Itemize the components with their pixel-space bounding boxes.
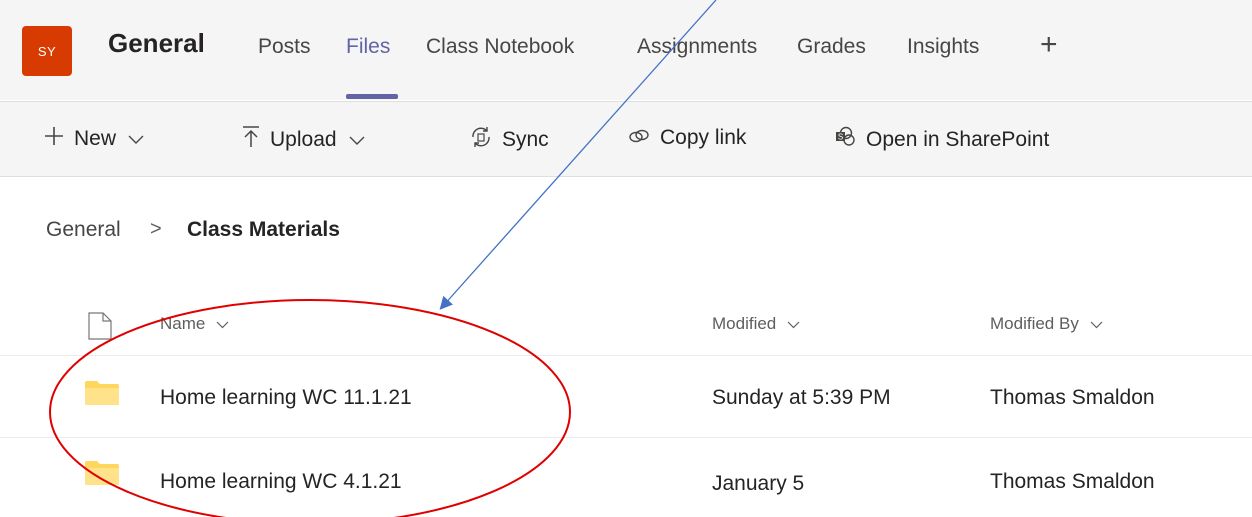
chevron-down-icon bbox=[216, 321, 229, 329]
sync-icon bbox=[470, 126, 492, 154]
tab-insights[interactable]: Insights bbox=[907, 35, 979, 59]
tab-class-notebook[interactable]: Class Notebook bbox=[426, 35, 574, 59]
column-header-modified[interactable]: Modified bbox=[712, 314, 800, 334]
active-tab-indicator bbox=[346, 94, 398, 99]
tab-files[interactable]: Files bbox=[346, 35, 390, 59]
sync-button[interactable]: Sync bbox=[470, 126, 549, 154]
sync-button-label: Sync bbox=[502, 128, 549, 151]
sharepoint-icon: S bbox=[834, 126, 856, 154]
file-name[interactable]: Home learning WC 11.1.21 bbox=[160, 386, 412, 410]
folder-icon bbox=[85, 381, 119, 405]
upload-button[interactable]: Upload bbox=[242, 126, 365, 154]
add-tab-icon[interactable]: + bbox=[1040, 28, 1058, 62]
channel-header: SY General Posts Files Class Notebook As… bbox=[0, 0, 1252, 100]
chevron-down-icon bbox=[1090, 321, 1102, 329]
copy-link-button-label: Copy link bbox=[660, 126, 747, 149]
breadcrumb-separator: > bbox=[150, 218, 162, 240]
open-in-sharepoint-button[interactable]: S Open in SharePoint bbox=[834, 126, 1049, 154]
chevron-down-icon bbox=[128, 127, 144, 151]
file-modified: January 5 bbox=[712, 472, 805, 495]
chevron-down-icon bbox=[349, 128, 365, 152]
svg-text:S: S bbox=[838, 133, 843, 142]
file-type-icon[interactable] bbox=[88, 312, 112, 345]
channel-name: General bbox=[108, 28, 205, 58]
open-in-sharepoint-label: Open in SharePoint bbox=[866, 128, 1050, 151]
divider bbox=[0, 355, 1252, 356]
upload-icon bbox=[242, 126, 260, 154]
column-header-modified-by-label: Modified By bbox=[990, 314, 1079, 333]
plus-icon bbox=[44, 126, 64, 152]
tab-posts[interactable]: Posts bbox=[258, 35, 311, 59]
team-avatar[interactable]: SY bbox=[22, 26, 72, 76]
upload-button-label: Upload bbox=[270, 128, 337, 151]
tab-grades[interactable]: Grades bbox=[797, 35, 866, 59]
file-name[interactable]: Home learning WC 4.1.21 bbox=[160, 470, 402, 494]
file-modified: Sunday at 5:39 PM bbox=[712, 386, 891, 409]
divider bbox=[0, 437, 1252, 438]
link-icon bbox=[628, 126, 650, 150]
files-toolbar: New Upload Sync Copy link S Open in Shar… bbox=[0, 101, 1252, 177]
copy-link-button[interactable]: Copy link bbox=[628, 126, 746, 150]
folder-icon bbox=[85, 461, 119, 485]
column-header-modified-by[interactable]: Modified By bbox=[990, 314, 1103, 334]
file-modified-by: Thomas Smaldon bbox=[990, 470, 1155, 493]
tab-assignments[interactable]: Assignments bbox=[637, 35, 757, 59]
new-button-label: New bbox=[74, 127, 117, 150]
column-header-modified-label: Modified bbox=[712, 314, 777, 333]
file-modified-by: Thomas Smaldon bbox=[990, 386, 1155, 409]
new-button[interactable]: New bbox=[44, 126, 144, 152]
breadcrumb-current: Class Materials bbox=[187, 218, 340, 241]
column-header-name-label: Name bbox=[160, 314, 206, 333]
chevron-down-icon bbox=[787, 321, 800, 329]
breadcrumb-root[interactable]: General bbox=[46, 218, 121, 242]
column-header-name[interactable]: Name bbox=[160, 314, 229, 334]
